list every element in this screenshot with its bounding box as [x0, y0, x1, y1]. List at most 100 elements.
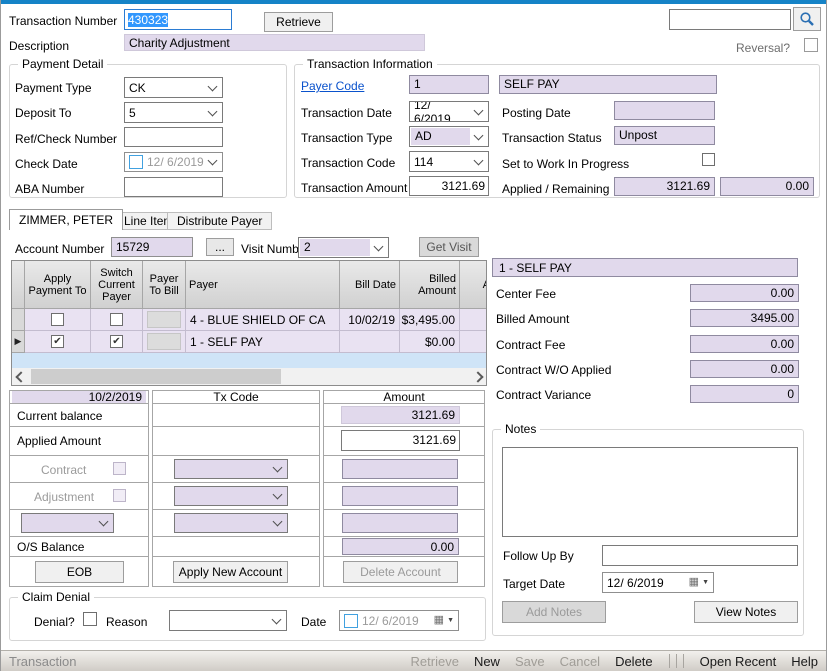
applied-remaining-label: Applied / Remaining [502, 182, 610, 196]
contract-amount-field [342, 459, 458, 479]
col-billed-amount[interactable]: Billed Amount [400, 261, 460, 309]
check-date-picker[interactable]: 12/ 6/2019 [124, 152, 223, 172]
target-date-label: Target Date [503, 577, 566, 591]
row-indicator[interactable] [12, 309, 25, 331]
payer-row-blue-shield[interactable]: 4 - BLUE SHIELD OF CA 10/02/19 $3,495.00 [12, 309, 486, 331]
account-lookup-button[interactable]: ... [206, 238, 234, 256]
transaction-information-title: Transaction Information [303, 57, 437, 71]
status-cancel[interactable]: Cancel [560, 654, 600, 669]
horizontal-scrollbar[interactable] [12, 368, 486, 385]
calendar-icon: ▦ [688, 576, 700, 588]
transaction-code-label: Transaction Code [301, 156, 396, 170]
apply-payment-checkbox[interactable]: ✔ [51, 335, 64, 348]
view-notes-button[interactable]: View Notes [694, 601, 798, 623]
adjustment-checkbox[interactable] [113, 489, 126, 502]
account-number-field[interactable]: 15729 [111, 237, 193, 257]
aba-number-input[interactable] [124, 177, 223, 197]
current-row-indicator[interactable]: ▶ [12, 331, 25, 353]
retrieve-button[interactable]: Retrieve [264, 12, 333, 32]
retrieve-button-label: Retrieve [276, 15, 321, 29]
switch-payer-checkbox[interactable]: ✔ [110, 335, 123, 348]
denial-date-checkbox[interactable] [344, 613, 358, 628]
status-open-recent[interactable]: Open Recent [700, 654, 777, 669]
search-button[interactable] [793, 7, 821, 31]
billed-amount-cell[interactable]: $0.00 [400, 331, 460, 353]
delete-account-button[interactable]: Delete Account [343, 561, 458, 583]
aba-number-label: ABA Number [15, 182, 85, 196]
apply-payment-checkbox[interactable] [51, 313, 64, 326]
check-date-checkbox[interactable] [129, 155, 143, 169]
add-notes-button[interactable]: Add Notes [502, 601, 606, 623]
chevron-down-icon [473, 155, 484, 165]
transaction-amount-input[interactable]: 3121.69 [409, 176, 489, 196]
ref-check-number-input[interactable] [124, 127, 223, 147]
account-number-label: Account Number [15, 242, 105, 256]
payment-type-select[interactable]: CK [124, 77, 223, 98]
partial-cell [460, 331, 486, 353]
status-help[interactable]: Help [791, 654, 818, 669]
extra-type-select[interactable] [21, 513, 114, 533]
contract-checkbox[interactable] [113, 462, 126, 475]
apply-header-txcode-cell: Tx Code [152, 390, 320, 404]
billed-amount-cell[interactable]: $3,495.00 [400, 309, 460, 331]
payer-to-bill-cell[interactable] [147, 333, 181, 350]
status-delete[interactable]: Delete [615, 654, 653, 669]
reversal-checkbox[interactable] [804, 38, 818, 52]
payer-name-field: SELF PAY [499, 75, 717, 94]
col-payer[interactable]: Payer [186, 261, 340, 309]
transaction-date-select[interactable]: 12/ 6/2019 [409, 101, 489, 122]
payer-cell[interactable]: 4 - BLUE SHIELD OF CA [186, 309, 340, 331]
status-new[interactable]: New [474, 654, 500, 669]
col-partial[interactable]: A [460, 261, 486, 309]
transaction-code-select[interactable]: 114 [409, 151, 489, 172]
contract-tx-code-select[interactable] [174, 459, 288, 479]
payer-detail-header: 1 - SELF PAY [492, 258, 798, 277]
chevron-down-icon [473, 130, 484, 140]
follow-up-by-input[interactable] [602, 545, 798, 566]
reason-select[interactable] [169, 610, 287, 631]
bill-date-cell[interactable]: 10/02/19 [340, 309, 400, 331]
bill-date-cell[interactable] [340, 331, 400, 353]
notes-textarea[interactable] [502, 447, 798, 537]
eob-button[interactable]: EOB [35, 561, 124, 583]
search-input[interactable] [669, 9, 791, 30]
status-bar: Transaction Retrieve New Save Cancel Del… [1, 650, 826, 671]
target-date-picker[interactable]: 12/ 6/2019 ▦ ▼ [602, 572, 714, 593]
col-payer-to-bill[interactable]: Payer To Bill [143, 261, 186, 309]
status-separators [668, 654, 685, 668]
get-visit-button[interactable]: Get Visit [419, 237, 479, 257]
status-retrieve[interactable]: Retrieve [411, 654, 459, 669]
adjustment-tx-code-select[interactable] [174, 486, 288, 506]
payer-grid-header: Apply Payment To Switch Current Payer Pa… [12, 261, 486, 309]
transaction-number-input[interactable]: 430323 [124, 9, 232, 30]
view-notes-label: View Notes [715, 605, 777, 619]
payer-row-self-pay[interactable]: ▶ ✔ ✔ 1 - SELF PAY $0.00 [12, 331, 486, 353]
payer-cell[interactable]: 1 - SELF PAY [186, 331, 340, 353]
apply-new-account-button[interactable]: Apply New Account [173, 561, 288, 583]
tab-patient[interactable]: ZIMMER, PETER [9, 209, 124, 230]
extra-tx-code-select[interactable] [174, 513, 288, 533]
payer-code-link[interactable]: Payer Code [301, 79, 364, 93]
set-to-wip-checkbox[interactable] [702, 153, 715, 166]
denial-date-picker[interactable]: 12/ 6/2019 ▦ ▼ [339, 610, 459, 631]
visit-number-select[interactable]: 2 [298, 237, 389, 258]
deposit-to-select[interactable]: 5 [124, 102, 223, 123]
transaction-status-label: Transaction Status [502, 131, 602, 145]
switch-payer-checkbox[interactable] [110, 313, 123, 326]
scrollbar-thumb[interactable] [31, 369, 281, 384]
transaction-number-value: 430323 [128, 12, 169, 27]
deposit-to-label: Deposit To [15, 106, 72, 120]
scroll-right-arrow[interactable] [469, 368, 486, 385]
tab-distribute-payer[interactable]: Distribute Payer [167, 212, 273, 230]
payer-to-bill-cell[interactable] [147, 311, 181, 328]
col-switch-current-payer[interactable]: Switch Current Payer [91, 261, 143, 309]
col-bill-date[interactable]: Bill Date [340, 261, 400, 309]
tab-distribute-payer-label: Distribute Payer [177, 214, 263, 228]
status-save[interactable]: Save [515, 654, 545, 669]
applied-amount-input[interactable]: 3121.69 [341, 430, 460, 451]
contract-wo-applied-field: 0.00 [690, 360, 799, 378]
col-apply-payment-to[interactable]: Apply Payment To [25, 261, 91, 309]
scroll-left-arrow[interactable] [12, 368, 29, 385]
denial-checkbox[interactable] [83, 612, 97, 626]
eob-label: EOB [66, 565, 93, 579]
